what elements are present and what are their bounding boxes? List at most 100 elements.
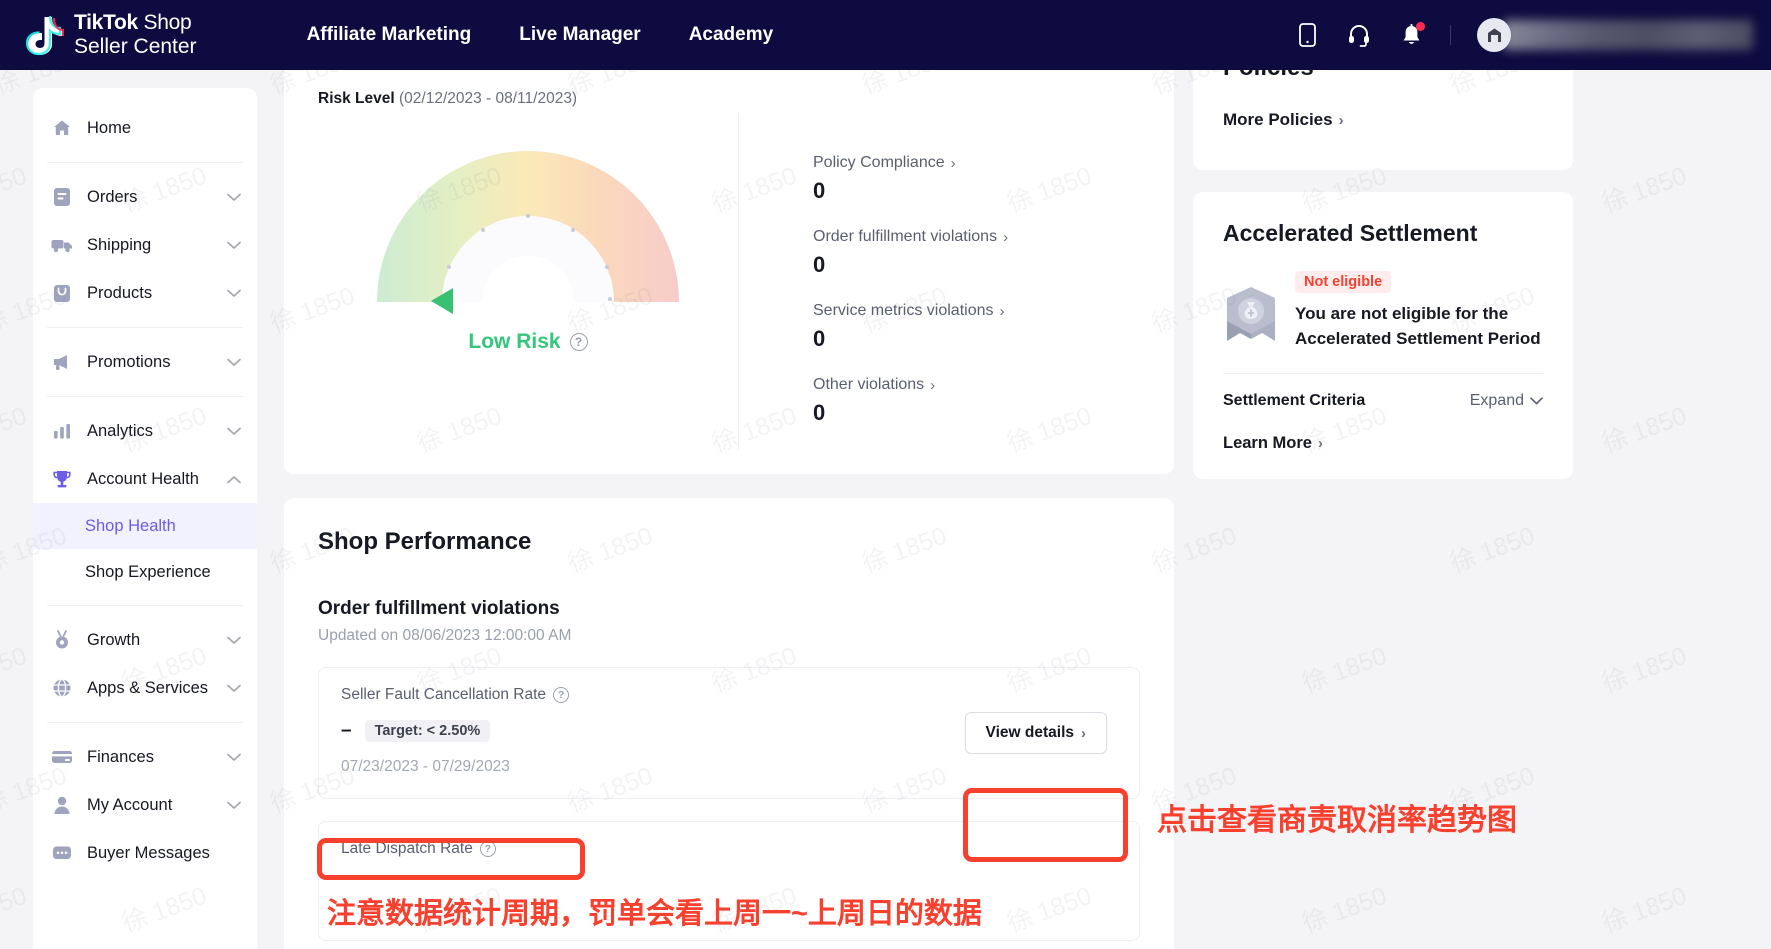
violation-value: 0	[813, 400, 826, 425]
credit-card-icon	[51, 746, 73, 768]
violation-value: 0	[813, 178, 826, 203]
annotation-text-date-range: 注意数据统计周期，罚单会看上周一~上周日的数据	[327, 898, 982, 930]
orders-icon	[51, 186, 73, 208]
sidebar-item-shop-experience[interactable]: Shop Experience	[33, 549, 257, 595]
learn-more-label: Learn More	[1223, 434, 1312, 453]
metric-value: –	[341, 720, 352, 741]
watermark: 徐 1850	[1298, 881, 1391, 939]
sidebar-item-my-account[interactable]: My Account	[33, 781, 257, 829]
violation-item: Policy Compliance › 0	[813, 154, 1140, 204]
metric-value-row: – Target: < 2.50%	[341, 720, 965, 742]
metric-label: Late Dispatch Rate	[341, 840, 473, 857]
sidebar-item-orders[interactable]: Orders	[33, 173, 257, 221]
metric-card-seller-fault-cancellation-rate: Seller Fault Cancellation Rate ? – Targe…	[318, 667, 1140, 799]
watermark: 徐 1850	[0, 401, 31, 458]
learn-more-link[interactable]: Learn More ›	[1223, 434, 1543, 453]
violation-item: Service metrics violations › 0	[813, 302, 1140, 352]
metric-date-range: 07/23/2023 - 07/29/2023	[341, 758, 510, 775]
sidebar-divider	[47, 722, 243, 723]
sidebar-label: Analytics	[87, 421, 154, 440]
sidebar-label: Shipping	[87, 235, 152, 254]
nav-affiliate-marketing[interactable]: Affiliate Marketing	[307, 24, 472, 46]
gauge-pointer	[431, 288, 453, 314]
settlement-body: Not eligible You are not eligible for th…	[1223, 271, 1543, 351]
megaphone-icon	[51, 351, 73, 373]
brand-text: TikTok Shop Seller Center	[74, 11, 197, 58]
sidebar-item-products[interactable]: Products	[33, 269, 257, 317]
sidebar-item-promotions[interactable]: Promotions	[33, 338, 257, 386]
watermark: 徐 1850	[1598, 401, 1691, 459]
view-details-label: View details	[985, 724, 1074, 741]
violation-link-other[interactable]: Other violations ›	[813, 376, 1140, 394]
settlement-description: You are not eligible for the Accelerated…	[1295, 304, 1541, 348]
question-circle-icon[interactable]: ?	[479, 841, 496, 857]
shop-performance-title: Shop Performance	[318, 528, 532, 555]
bar-chart-icon	[51, 420, 73, 442]
risk-date-range: (02/12/2023 - 08/11/2023)	[399, 90, 578, 107]
metric-title: Seller Fault Cancellation Rate ?	[341, 686, 965, 704]
top-header: TikTok Shop Seller Center Affiliate Mark…	[0, 0, 1771, 70]
nav-academy[interactable]: Academy	[689, 24, 774, 46]
risk-level-label: Low Risk ?	[468, 330, 588, 354]
trophy-icon	[51, 468, 73, 490]
chevron-down-icon	[227, 427, 241, 435]
sidebar-label: Finances	[87, 747, 154, 766]
sidebar-item-home[interactable]: Home	[33, 104, 257, 152]
metric-target-badge: Target: < 2.50%	[364, 720, 491, 742]
sidebar-divider	[47, 162, 243, 163]
sidebar-item-analytics[interactable]: Analytics	[33, 407, 257, 455]
chevron-down-icon	[227, 193, 241, 201]
metric-title: Late Dispatch Rate ?	[341, 840, 1117, 858]
brand-logo[interactable]: TikTok Shop Seller Center	[24, 11, 197, 58]
shop-performance-card: Shop Performance Order fulfillment viola…	[284, 498, 1174, 949]
headset-icon[interactable]	[1346, 22, 1372, 48]
metric-label: Seller Fault Cancellation Rate	[341, 686, 547, 703]
shipping-truck-icon	[51, 234, 73, 256]
chevron-down-icon	[1530, 397, 1543, 406]
risk-gauge	[363, 140, 693, 314]
sidebar-group-6: Finances My Account Buyer Messages	[33, 729, 257, 881]
sidebar-item-account-health[interactable]: Account Health	[33, 455, 257, 503]
violation-link-service-metrics[interactable]: Service metrics violations ›	[813, 302, 1140, 320]
phone-icon[interactable]	[1294, 22, 1320, 48]
expand-toggle[interactable]: Expand	[1470, 392, 1543, 410]
question-circle-icon[interactable]: ?	[569, 333, 588, 351]
sidebar-item-buyer-messages[interactable]: Buyer Messages	[33, 829, 257, 877]
view-details-button[interactable]: View details ›	[964, 712, 1107, 754]
settlement-text: Not eligible You are not eligible for th…	[1295, 271, 1543, 351]
sidebar-item-shop-health[interactable]: Shop Health	[33, 503, 257, 549]
sidebar-label: Buyer Messages	[87, 843, 210, 862]
risk-title-text: Risk Level	[318, 90, 395, 107]
sidebar-item-growth[interactable]: Growth	[33, 616, 257, 664]
sidebar-item-apps-services[interactable]: Apps & Services	[33, 664, 257, 712]
sidebar-label: Account Health	[87, 469, 199, 488]
risk-body: Low Risk ? Policy Compliance › 0 Order f…	[318, 114, 1140, 450]
sidebar-item-shipping[interactable]: Shipping	[33, 221, 257, 269]
bell-icon[interactable]	[1398, 22, 1425, 48]
expand-label: Expand	[1469, 392, 1524, 410]
risk-gauge-section: Low Risk ?	[318, 114, 738, 450]
money-bag-shield-icon	[1223, 285, 1279, 345]
annotation-text-view-details: 点击查看商责取消率趋势图	[1157, 804, 1517, 837]
sidebar-sublabel: Shop Health	[85, 516, 176, 535]
policies-card: Policies More Policies ›	[1193, 60, 1573, 170]
sidebar-group-5: Growth Apps & Services	[33, 612, 257, 716]
sidebar-label: Home	[87, 118, 132, 137]
main-content: Risk Level (02/12/2023 - 08/11/2023) Low…	[284, 60, 1174, 949]
chevron-down-icon	[227, 684, 241, 692]
nav-live-manager[interactable]: Live Manager	[519, 24, 640, 46]
question-circle-icon[interactable]: ?	[553, 687, 570, 703]
violation-link-policy-compliance[interactable]: Policy Compliance ›	[813, 154, 1140, 172]
products-bag-icon	[51, 282, 73, 304]
watermark: 徐 1850	[1446, 521, 1539, 579]
chevron-right-icon: ›	[1338, 111, 1344, 129]
sidebar-item-finances[interactable]: Finances	[33, 733, 257, 781]
chevron-right-icon: ›	[930, 376, 936, 394]
violation-item: Order fulfillment violations › 0	[813, 228, 1140, 278]
account-menu[interactable]	[1477, 15, 1753, 55]
sidebar-label: Promotions	[87, 352, 171, 371]
violation-link-order-fulfillment[interactable]: Order fulfillment violations ›	[813, 228, 1140, 246]
violation-label: Service metrics violations	[813, 302, 994, 319]
sidebar-group-2: Orders Shipping Products	[33, 169, 257, 321]
more-policies-link[interactable]: More Policies ›	[1223, 110, 1543, 130]
